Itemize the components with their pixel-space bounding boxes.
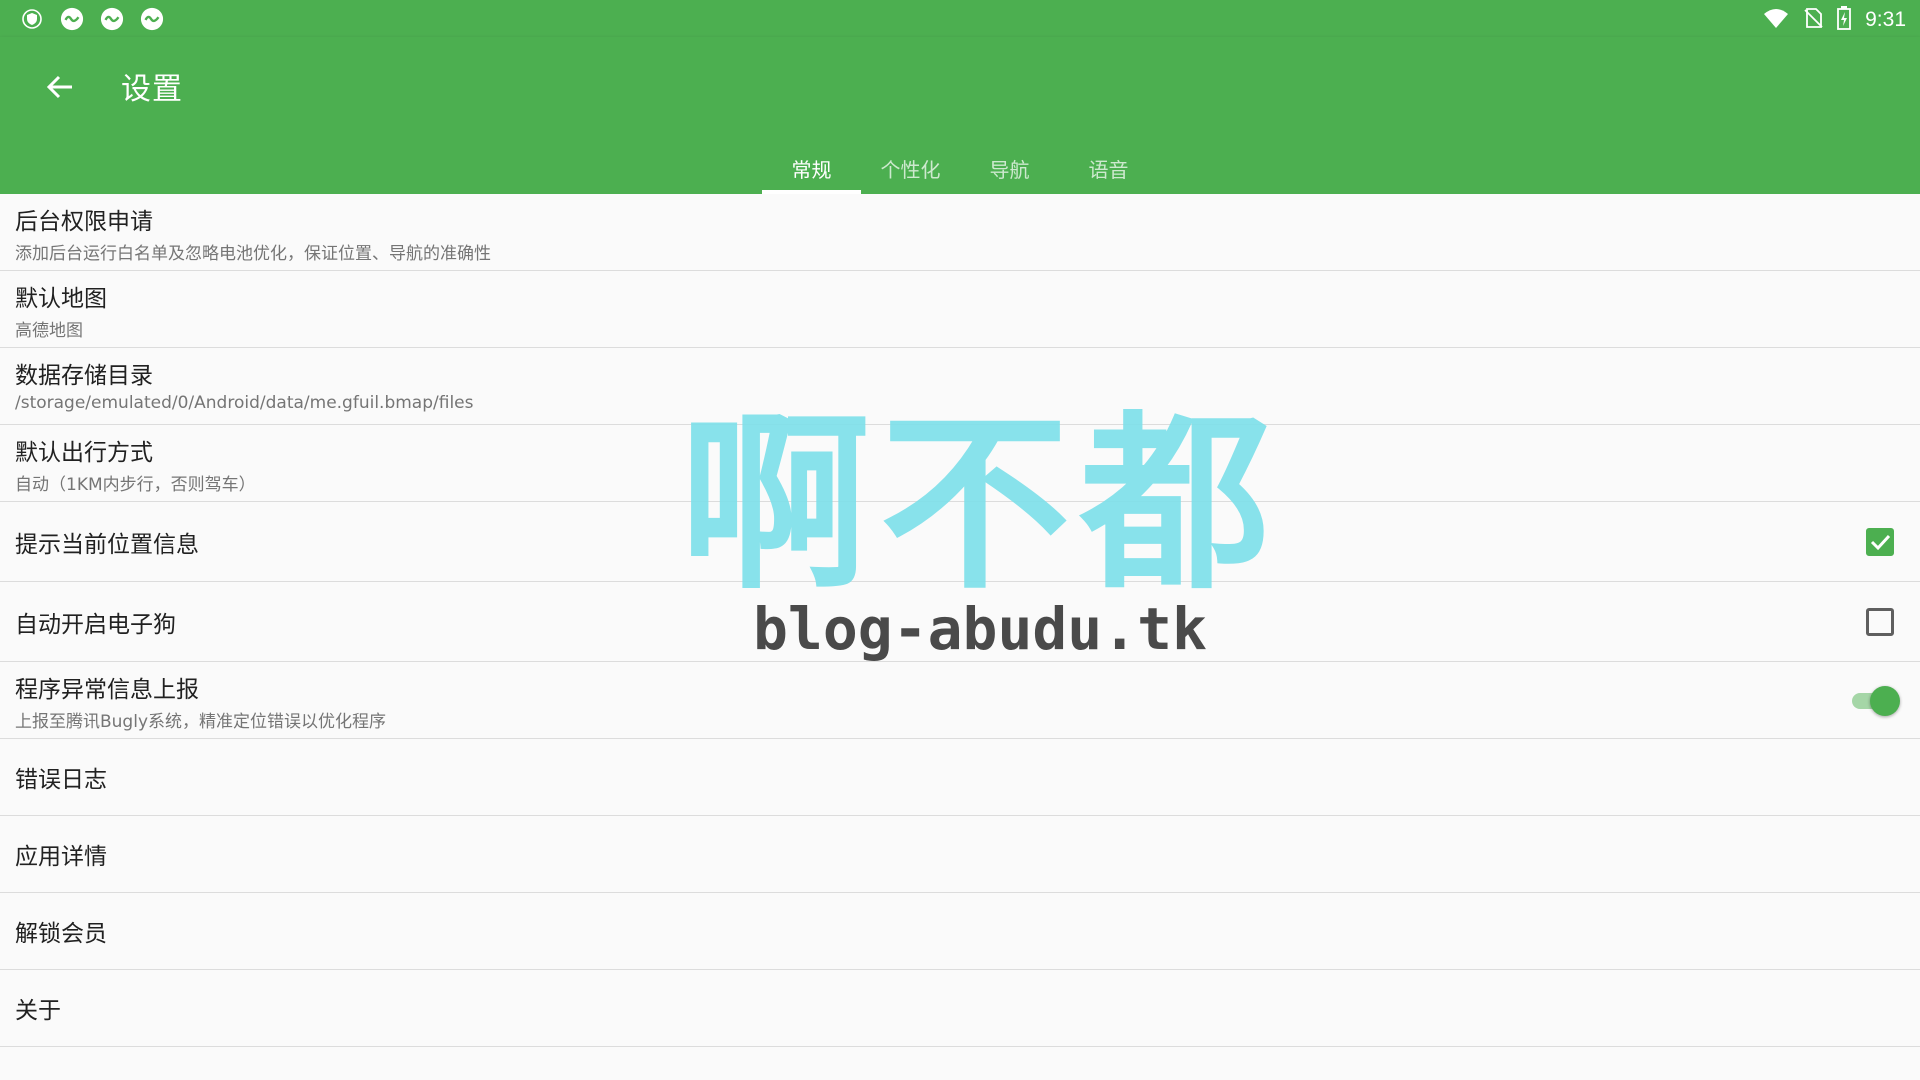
setting-summary: 自动（1KM内步行，否则驾车） — [15, 475, 256, 495]
app-bar: 设置 常规 个性化 导航 语音 — [0, 37, 1920, 194]
speed-camera-checkbox[interactable] — [1866, 607, 1894, 636]
arrow-back-icon — [46, 75, 72, 99]
no-sim-icon — [1803, 7, 1823, 33]
notification-icons — [20, 7, 164, 31]
setting-title: 解锁会员 — [15, 921, 107, 947]
toggle-thumb — [1870, 686, 1900, 716]
setting-summary: 添加后台运行白名单及忽略电池优化，保证位置、导航的准确性 — [15, 244, 491, 264]
setting-title: 程序异常信息上报 — [15, 677, 199, 703]
setting-title: 默认出行方式 — [15, 440, 153, 466]
setting-title: 自动开启电子狗 — [15, 611, 176, 638]
clock: 9:31 — [1865, 8, 1906, 31]
battery-charging-icon — [1837, 6, 1852, 34]
setting-error-log[interactable]: 错误日志 — [0, 739, 1920, 816]
tab-bar: 常规 个性化 导航 语音 — [762, 142, 1158, 194]
setting-default-travel-mode[interactable]: 默认出行方式 自动（1KM内步行，否则驾车） — [0, 425, 1920, 502]
tab-voice[interactable]: 语音 — [1059, 142, 1158, 194]
app-notification-icon — [100, 7, 124, 31]
settings-list: 后台权限申请 添加后台运行白名单及忽略电池优化，保证位置、导航的准确性 默认地图… — [0, 194, 1920, 1047]
status-bar: 9:31 — [0, 0, 1920, 37]
setting-about[interactable]: 关于 — [0, 970, 1920, 1047]
tab-personalization[interactable]: 个性化 — [861, 142, 960, 194]
app-notification-icon — [140, 7, 164, 31]
page-title: 设置 — [121, 72, 183, 107]
setting-summary: 上报至腾讯Bugly系统，精准定位错误以优化程序 — [15, 712, 387, 732]
setting-default-map[interactable]: 默认地图 高德地图 — [0, 271, 1920, 348]
system-status-icons: 9:31 — [1763, 6, 1906, 34]
setting-title: 错误日志 — [15, 767, 107, 793]
app-notification-icon — [60, 7, 84, 31]
setting-speed-camera[interactable]: 自动开启电子狗 — [0, 582, 1920, 662]
tab-navigation[interactable]: 导航 — [960, 142, 1059, 194]
setting-unlock-membership[interactable]: 解锁会员 — [0, 893, 1920, 970]
check-icon — [1870, 534, 1891, 550]
setting-crash-report[interactable]: 程序异常信息上报 上报至腾讯Bugly系统，精准定位错误以优化程序 — [0, 662, 1920, 739]
setting-app-details[interactable]: 应用详情 — [0, 816, 1920, 893]
setting-title: 默认地图 — [15, 286, 107, 312]
setting-background-permission[interactable]: 后台权限申请 添加后台运行白名单及忽略电池优化，保证位置、导航的准确性 — [0, 194, 1920, 271]
setting-title: 应用详情 — [15, 844, 107, 870]
setting-summary: 高德地图 — [15, 321, 83, 341]
tab-general[interactable]: 常规 — [762, 142, 861, 194]
setting-title: 关于 — [15, 998, 61, 1024]
vpn-shield-icon — [20, 7, 44, 31]
wifi-icon — [1763, 7, 1789, 33]
back-button[interactable] — [40, 67, 80, 107]
crash-report-toggle[interactable] — [1848, 684, 1900, 716]
setting-title: 后台权限申请 — [15, 209, 153, 235]
setting-storage-directory[interactable]: 数据存储目录 /storage/emulated/0/Android/data/… — [0, 348, 1920, 425]
setting-summary: /storage/emulated/0/Android/data/me.gfui… — [15, 393, 474, 413]
location-hint-checkbox[interactable] — [1866, 527, 1894, 556]
setting-location-hint[interactable]: 提示当前位置信息 — [0, 502, 1920, 582]
setting-title: 提示当前位置信息 — [15, 531, 199, 558]
setting-title: 数据存储目录 — [15, 363, 153, 389]
